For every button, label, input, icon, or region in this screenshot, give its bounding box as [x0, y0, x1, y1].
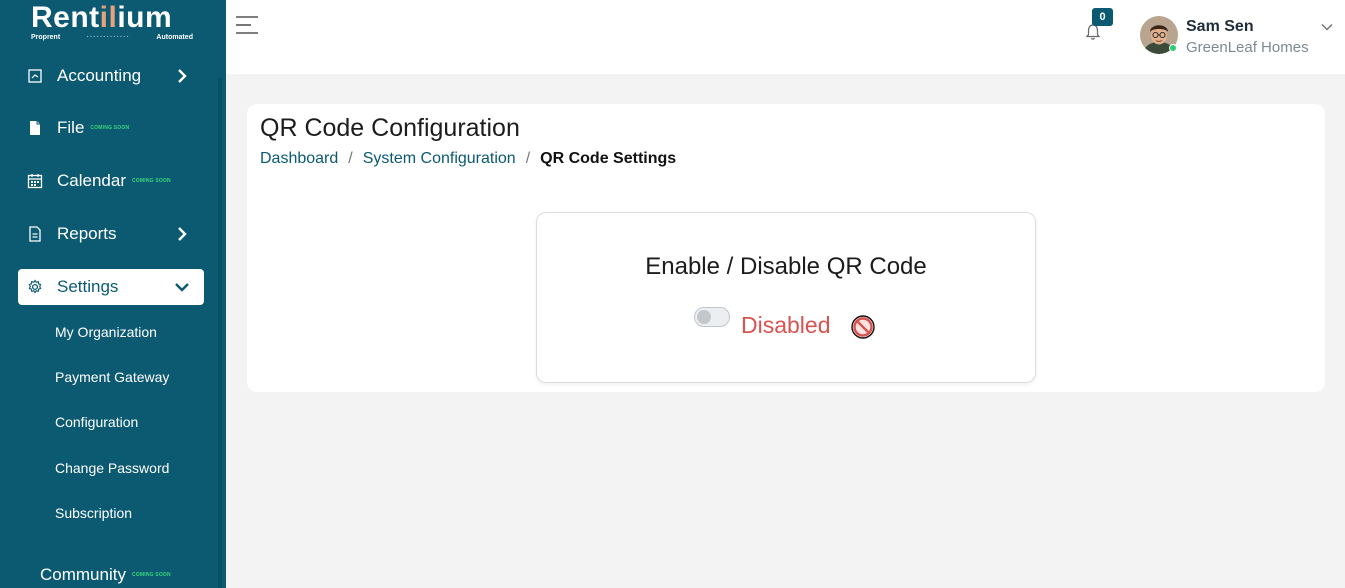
brand-tagline-right: Automated — [156, 34, 193, 41]
breadcrumb-separator: / — [525, 150, 531, 167]
file-icon — [26, 119, 44, 137]
user-organization: GreenLeaf Homes — [1186, 39, 1309, 56]
sidebar-item-community[interactable]: Community COMING SOON — [40, 557, 210, 588]
chevron-right-icon — [178, 227, 187, 241]
reports-icon — [26, 225, 44, 243]
breadcrumb-system-configuration[interactable]: System Configuration — [363, 150, 516, 168]
sidebar-item-label: Settings — [57, 277, 119, 296]
page-title: QR Code Configuration — [260, 114, 520, 142]
qr-status-label: Disabled — [741, 312, 831, 338]
user-name[interactable]: Sam Sen — [1186, 18, 1254, 36]
coming-soon-badge: COMING SOON — [90, 125, 130, 131]
chevron-down-icon[interactable] — [1320, 20, 1334, 34]
hamburger-menu-icon[interactable] — [236, 15, 258, 35]
sidebar-item-label: Reports — [57, 224, 117, 243]
prohibited-icon — [851, 315, 875, 339]
sidebar-item-label: File — [57, 118, 85, 137]
toggle-knob — [697, 310, 711, 324]
notification-count-badge: 0 — [1092, 8, 1113, 26]
brand-name-suffix: ium — [117, 1, 173, 34]
coming-soon-badge: COMING SOON — [132, 178, 171, 184]
brand-tagline: Proprent ············· Automated — [31, 34, 193, 41]
top-header: 0 Sam Sen GreenLeaf Homes — [226, 0, 1345, 74]
breadcrumb-current: QR Code Settings — [540, 150, 677, 167]
brand-tagline-left: Proprent — [31, 34, 61, 41]
sidebar-item-file[interactable]: File COMING SOON — [18, 110, 204, 146]
sidebar-item-label: Calendar — [57, 171, 126, 190]
accounting-icon — [26, 67, 44, 85]
qr-code-toggle[interactable] — [694, 307, 730, 327]
sidebar-item-reports[interactable]: Reports — [18, 216, 204, 252]
sidebar-subitem-my-organization[interactable]: My Organization — [55, 324, 157, 340]
breadcrumb-dashboard[interactable]: Dashboard — [260, 150, 338, 168]
gear-icon — [26, 278, 44, 296]
qr-panel-title: Enable / Disable QR Code — [645, 253, 927, 280]
chevron-down-icon — [175, 283, 189, 292]
qr-toggle-panel: Enable / Disable QR Code Disabled — [536, 212, 1036, 383]
breadcrumb-separator: / — [348, 150, 353, 167]
sidebar-subitem-payment-gateway[interactable]: Payment Gateway — [55, 369, 169, 385]
sidebar: Rentilium Proprent ············· Automat… — [0, 0, 226, 588]
sidebar-subitem-subscription[interactable]: Subscription — [55, 505, 132, 521]
sidebar-scrollbar[interactable] — [218, 78, 222, 588]
brand-logo[interactable]: Rentilium Proprent ············· Automat… — [0, 0, 226, 56]
sidebar-item-accounting[interactable]: Accounting — [18, 58, 204, 94]
sidebar-item-label: Accounting — [57, 66, 142, 85]
online-status-dot — [1169, 44, 1177, 52]
sidebar-item-settings[interactable]: Settings — [18, 269, 204, 305]
brand-name-prefix: Rent — [31, 1, 100, 34]
chevron-right-icon — [178, 69, 187, 83]
sidebar-subitem-change-password[interactable]: Change Password — [55, 460, 169, 476]
breadcrumb: Dashboard / System Configuration / QR Co… — [260, 150, 676, 168]
coming-soon-badge: COMING SOON — [131, 572, 171, 578]
sidebar-subitem-configuration[interactable]: Configuration — [55, 414, 138, 430]
sidebar-item-label: Community — [40, 565, 126, 584]
brand-name-accent: il — [99, 1, 118, 34]
brand-tagline-dots: ············· — [86, 34, 130, 41]
sidebar-item-calendar[interactable]: Calendar COMING SOON — [18, 163, 204, 199]
content-card: QR Code Configuration Dashboard / System… — [247, 104, 1325, 392]
calendar-icon — [26, 172, 44, 190]
